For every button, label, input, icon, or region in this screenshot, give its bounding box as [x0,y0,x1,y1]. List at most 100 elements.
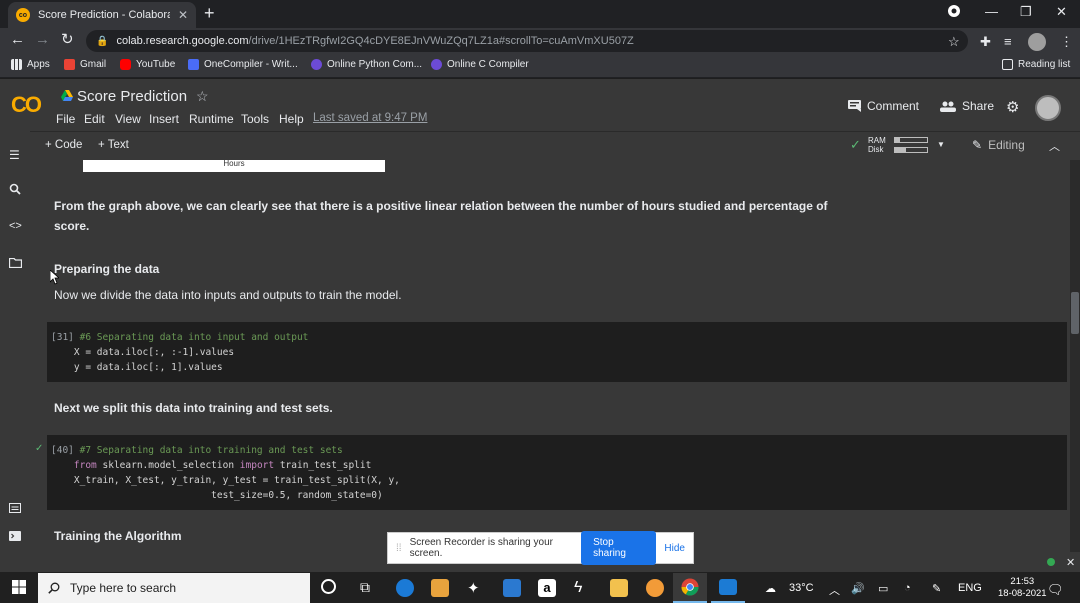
taskbar-clock[interactable]: 21:53 18-08-2021 [998,576,1047,600]
bookmark-apps[interactable]: Apps [11,59,50,70]
code-cell-31[interactable]: [31] #6 Separating data into input and o… [47,322,1067,382]
battery-icon[interactable]: ▭ [878,582,888,595]
search-icon[interactable] [9,183,21,198]
table-of-contents-icon[interactable]: ☰ [9,148,20,162]
profile-record-icon[interactable] [947,4,961,21]
bookmark-onecompiler[interactable]: OneCompiler - Writ... [188,59,298,70]
address-bar[interactable]: 🔒 colab.research.google.com/drive/1HEzTR… [86,30,968,52]
edge-icon[interactable] [396,579,414,597]
tray-overflow-icon[interactable]: ︿ [829,582,840,598]
resource-labels[interactable]: RAM Disk [868,136,886,154]
paragraph-divide-data[interactable]: Now we divide the data into inputs and o… [54,285,402,305]
menu-tools[interactable]: Tools [241,112,269,126]
chrome-menu-icon[interactable]: ⋮ [1060,34,1073,50]
menu-help[interactable]: Help [279,112,304,126]
menu-view[interactable]: View [115,112,141,126]
close-window-icon[interactable]: ✕ [1056,4,1067,20]
pen-icon[interactable]: ✎ [932,582,941,595]
screen-share-banner: ⁞⁞ Screen Recorder is sharing your scree… [387,531,694,565]
scrollbar-thumb[interactable] [1071,292,1079,334]
forward-icon[interactable]: → [35,32,50,48]
connected-check-icon: ✓ [850,137,861,152]
profile-avatar-icon[interactable] [1028,33,1046,51]
stop-sharing-button[interactable]: Stop sharing [581,531,657,565]
tab-close-icon[interactable]: ✕ [178,8,188,22]
reload-icon[interactable]: ↻ [61,32,74,48]
weather-temp[interactable]: 33°C [789,582,814,594]
menu-runtime[interactable]: Runtime [189,112,234,126]
cortana-icon[interactable] [321,579,336,594]
wifi-icon[interactable]: ◔ [904,582,911,594]
taskbar-search-box[interactable]: Type here to search [38,573,310,603]
extensions-icon[interactable]: ✚ [980,34,991,50]
add-text-button[interactable]: + Text [98,139,129,151]
weather-icon[interactable]: ☁ [765,582,776,595]
gmail-icon [64,59,75,70]
new-tab-button[interactable]: + [204,4,215,22]
mail-icon[interactable] [503,579,521,597]
editing-mode-button[interactable]: ✎ Editing [972,138,1025,152]
file-explorer-icon[interactable] [610,579,628,597]
comment-button[interactable]: Comment [848,99,919,113]
volume-icon[interactable]: 🔊 [851,582,865,595]
menu-edit[interactable]: Edit [84,112,105,126]
user-avatar[interactable] [1035,95,1061,121]
bookmark-label: Online Python Com... [327,59,423,70]
pencil-icon: ✎ [972,138,983,152]
store-icon[interactable] [431,579,449,597]
resources-dropdown-icon[interactable]: ▼ [937,140,945,149]
star-notebook-icon[interactable]: ☆ [196,88,209,105]
text-cell-graph-observation[interactable]: From the graph above, we can clearly see… [54,196,844,236]
chrome-taskbar-button[interactable] [673,573,707,603]
apps-grid-icon [11,59,22,70]
terminal-icon[interactable] [9,530,21,544]
status-close-icon[interactable]: ✕ [1066,556,1075,569]
code-line: y = data.iloc[:, 1].values [73,362,223,373]
code-module: sklearn.model_selection [96,460,240,471]
language-indicator[interactable]: ENG [958,582,982,594]
hide-banner-button[interactable]: Hide [664,543,685,554]
amazon-icon[interactable]: a [538,579,556,597]
flash-icon[interactable]: ϟ [574,579,592,597]
bookmark-online-python[interactable]: Online Python Com... [311,59,422,70]
add-code-button[interactable]: + Code [45,139,82,151]
restore-icon[interactable]: ❐ [1020,4,1032,20]
notifications-icon[interactable]: 🗨 [1047,582,1064,598]
reading-list-button[interactable]: Reading list [1002,59,1070,70]
google-drive-icon[interactable] [61,90,73,102]
back-icon[interactable]: ← [10,32,25,48]
ram-usage-bar[interactable] [894,137,928,143]
menu-file[interactable]: File [56,112,75,126]
heading-training-algorithm[interactable]: Training the Algorithm [54,526,182,546]
media-icon[interactable]: ≡ [1004,34,1012,49]
settings-gear-icon[interactable]: ⚙ [1006,98,1019,116]
code-line: X = data.iloc[:, :-1].values [73,347,235,358]
task-view-icon[interactable]: ⧉ [360,579,370,596]
heading-preparing-data[interactable]: Preparing the data [54,259,159,279]
windows-start-icon[interactable] [12,580,26,594]
notebook-title[interactable]: Score Prediction [77,88,187,105]
bookmark-online-c[interactable]: Online C Compiler [431,59,529,70]
bookmark-youtube[interactable]: YouTube [120,59,175,70]
code-cell-40[interactable]: [40] #7 Separating data into training an… [47,435,1067,510]
bookmark-star-icon[interactable]: ☆ [948,34,960,50]
drag-handle-icon[interactable]: ⁞⁞ [396,543,402,554]
scatter-plot-output: Hours [83,160,385,172]
disk-usage-bar[interactable] [894,147,928,153]
files-folder-icon[interactable] [8,257,23,271]
vlc-icon[interactable] [646,579,664,597]
bookmark-gmail[interactable]: Gmail [64,59,106,70]
paragraph-split-data[interactable]: Next we split this data into training an… [54,398,333,418]
menu-insert[interactable]: Insert [149,112,179,126]
minimize-icon[interactable]: — [985,4,998,19]
dropbox-icon[interactable]: ✦ [467,579,485,597]
command-palette-icon[interactable] [9,502,21,516]
colab-logo[interactable]: CO [11,92,42,118]
share-button[interactable]: Share [940,99,994,113]
collapse-header-icon[interactable]: ︿ [1049,138,1060,154]
browser-tab[interactable]: co Score Prediction - Colaboratory ✕ [8,2,196,28]
last-saved-link[interactable]: Last saved at 9:47 PM [313,112,427,124]
code-snippets-icon[interactable]: <> [9,220,22,232]
notebook-scrollbar[interactable] [1070,160,1080,552]
screen-recorder-taskbar-button[interactable] [711,573,745,603]
